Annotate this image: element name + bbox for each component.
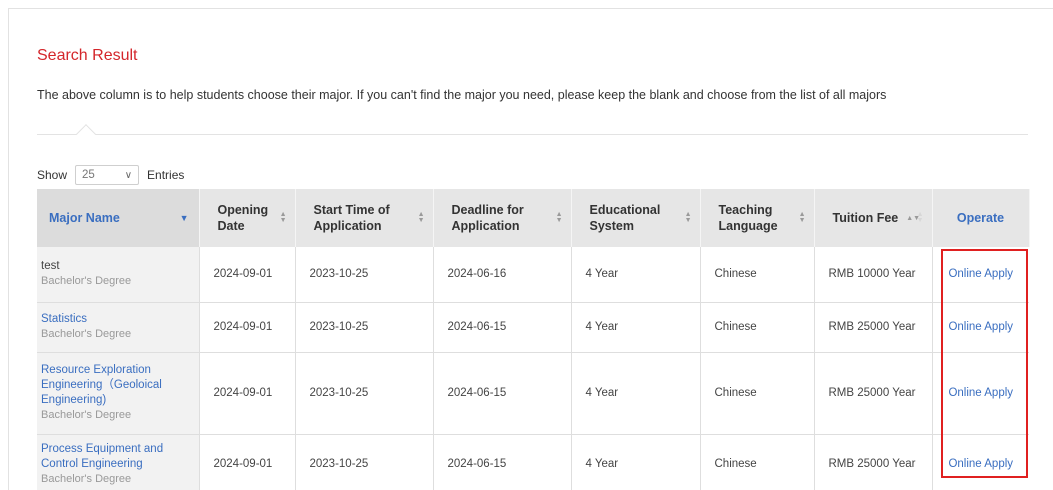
table-row: Resource Exploration Engineering（Geoloic… <box>37 352 1029 435</box>
section-description: The above column is to help students cho… <box>37 88 887 102</box>
header-tuition-fee[interactable]: Tuition Fee ▲▼ ▲ ▼ <box>814 189 933 247</box>
cell-teaching-language: Chinese <box>700 302 815 353</box>
sort-icon: ▲▼ <box>684 211 692 224</box>
section-title: Search Result <box>37 47 138 64</box>
online-apply-link[interactable]: Online Apply <box>948 387 1013 399</box>
entries-select[interactable]: 25 ∨ <box>75 165 140 185</box>
cell-deadline: 2024-06-15 <box>433 352 572 435</box>
major-name[interactable]: Resource Exploration Engineering（Geoloic… <box>41 363 191 408</box>
cell-operate: Online Apply <box>932 247 1029 303</box>
table-row: Statistics Bachelor's Degree 2024-09-01 … <box>37 302 1029 353</box>
cell-educational-system: 4 Year <box>571 434 701 490</box>
cell-tuition-fee: RMB 10000 Year <box>814 247 933 303</box>
entries-label: Entries <box>147 168 185 182</box>
cell-major: Resource Exploration Engineering（Geoloic… <box>37 352 200 435</box>
cell-start-time: 2023-10-25 <box>295 352 434 435</box>
entries-select-value: 25 <box>82 169 95 181</box>
header-operate: Operate <box>932 189 1030 247</box>
header-major-name[interactable]: Major Name ▼ <box>37 189 200 247</box>
header-educational-system[interactable]: Educational System ▲ ▼ <box>571 189 701 247</box>
major-name[interactable]: Statistics <box>41 312 191 327</box>
cell-teaching-language: Chinese <box>700 352 815 435</box>
cell-tuition-fee: RMB 25000 Year <box>814 352 933 435</box>
cell-deadline: 2024-06-15 <box>433 302 572 353</box>
header-teaching-language[interactable]: Teaching Language ▲ ▼ <box>700 189 815 247</box>
cell-start-time: 2023-10-25 <box>295 247 434 303</box>
header-start-time[interactable]: Start Time of Application ▲ ▼ <box>295 189 434 247</box>
cell-opening-date: 2024-09-01 <box>199 352 296 435</box>
table-header-row: Major Name ▼ Opening Date ▲ ▼ Start Time … <box>37 189 1030 247</box>
sort-icon: ▲▼ <box>916 211 924 224</box>
cell-major: test Bachelor's Degree <box>37 247 200 303</box>
cell-teaching-language: Chinese <box>700 247 815 303</box>
major-degree: Bachelor's Degree <box>41 275 132 288</box>
cell-educational-system: 4 Year <box>571 302 701 353</box>
online-apply-link[interactable]: Online Apply <box>948 321 1013 333</box>
cell-tuition-fee: RMB 25000 Year <box>814 302 933 353</box>
cell-tuition-fee: RMB 25000 Year <box>814 434 933 490</box>
online-apply-link[interactable]: Online Apply <box>948 458 1013 470</box>
cell-opening-date: 2024-09-01 <box>199 302 296 353</box>
sort-icon: ▲▼ <box>417 211 425 224</box>
chevron-down-icon: ∨ <box>124 169 133 181</box>
cell-deadline: 2024-06-15 <box>433 434 572 490</box>
cell-teaching-language: Chinese <box>700 434 815 490</box>
header-deadline[interactable]: Deadline for Application ▲ ▼ <box>433 189 572 247</box>
major-degree: Bachelor's Degree <box>41 409 132 421</box>
online-apply-link[interactable]: Online Apply <box>948 268 1013 280</box>
cell-opening-date: 2024-09-01 <box>199 434 296 490</box>
results-table: Major Name ▼ Opening Date ▲ ▼ Start Time … <box>37 189 1030 490</box>
sort-icon: ▲▼ <box>798 211 806 224</box>
cell-operate: Online Apply <box>932 434 1029 490</box>
cell-operate: Online Apply <box>932 302 1029 353</box>
table-row: Process Equipment and Control Engineerin… <box>37 434 1029 490</box>
cell-educational-system: 4 Year <box>571 352 701 435</box>
major-degree: Bachelor's Degree <box>41 328 132 340</box>
cell-opening-date: 2024-09-01 <box>199 247 296 303</box>
major-name[interactable]: Process Equipment and Control Engineerin… <box>41 442 191 472</box>
table-row: test Bachelor's Degree 2024-09-01 2023-1… <box>37 247 1029 303</box>
caret-down-icon: ▼ <box>179 213 189 223</box>
divider <box>37 134 1028 135</box>
major-degree: Bachelor's Degree <box>41 472 132 485</box>
sort-icon: ▲▼ <box>279 211 287 224</box>
show-label: Show <box>37 168 68 182</box>
cell-major: Process Equipment and Control Engineerin… <box>37 434 200 490</box>
sort-icon: ▲▼ <box>555 211 563 224</box>
cell-deadline: 2024-06-16 <box>433 247 572 303</box>
cell-start-time: 2023-10-25 <box>295 302 434 353</box>
major-name[interactable]: test <box>41 259 191 274</box>
cell-major: Statistics Bachelor's Degree <box>37 302 200 353</box>
cell-educational-system: 4 Year <box>571 247 701 303</box>
header-opening-date[interactable]: Opening Date ▲ ▼ <box>199 189 296 247</box>
cell-operate: Online Apply <box>932 352 1029 435</box>
length-control: Show 25 ∨ Entries <box>37 165 184 185</box>
cell-start-time: 2023-10-25 <box>295 434 434 490</box>
